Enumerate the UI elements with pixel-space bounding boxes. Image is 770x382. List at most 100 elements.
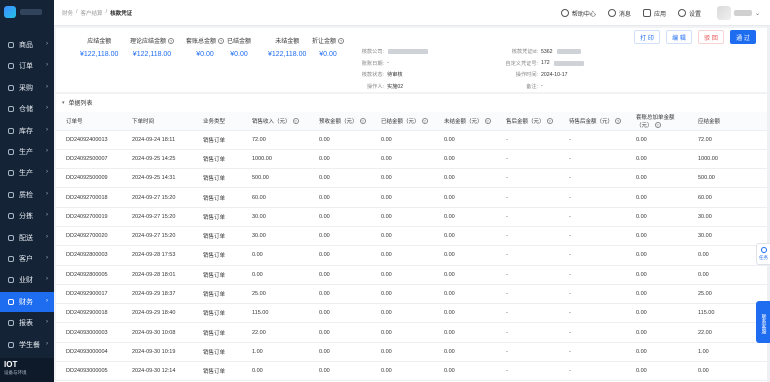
breadcrumb-item[interactable]: 财务	[62, 9, 73, 17]
order-id-cell[interactable]: DD24092900018	[56, 303, 122, 324]
breadcrumb-item[interactable]: 客户结算	[81, 9, 103, 17]
document-list-section: ▾ 单据列表 订单号 下单时间 业务类型 销售收入（元）? 预收金额（元）? 已结金额（元…	[56, 94, 770, 382]
help-icon[interactable]: ?	[292, 117, 299, 124]
order-id-cell[interactable]: DD24092800003	[56, 245, 122, 266]
contact-service-button[interactable]: 联系客服	[756, 301, 770, 343]
help-icon[interactable]: ?	[654, 121, 661, 128]
menu-icon	[7, 127, 15, 135]
chevron-right-icon: ›	[46, 105, 48, 112]
settings-button[interactable]: 设置	[677, 9, 701, 18]
table-cell: -	[496, 303, 559, 324]
table-row[interactable]: DD24092400013 2024-09-24 18:11 销售订单 72.00 0.…	[56, 130, 770, 150]
chevron-right-icon: ›	[46, 190, 48, 197]
order-id-cell[interactable]: DD24092700019	[56, 207, 122, 227]
table-cell: 2024-09-30 10:19	[122, 342, 193, 363]
table-cell: -	[559, 149, 626, 170]
table-cell: 0.00	[434, 207, 496, 227]
table-cell: 0.00	[371, 361, 434, 382]
sidebar-item-0[interactable]: 商品 ›	[0, 35, 54, 55]
print-button[interactable]: 打 印	[634, 30, 660, 44]
sidebar-item-3[interactable]: 仓储 ›	[0, 99, 54, 119]
table-cell: 2024-09-30 12:14	[122, 361, 193, 382]
sidebar-item-6[interactable]: 生产 ›	[0, 163, 54, 183]
apps-button[interactable]: 应用	[642, 9, 666, 18]
sidebar-item-10[interactable]: 客户 ›	[0, 249, 54, 269]
help-icon[interactable]: ?	[168, 37, 175, 44]
sidebar-item-9[interactable]: 配送 ›	[0, 228, 54, 248]
order-id-cell[interactable]: DD24092500009	[56, 168, 122, 189]
sidebar-item-13[interactable]: 报表 ›	[0, 313, 54, 333]
sidebar-item-2[interactable]: 采购 ›	[0, 78, 54, 98]
company-value	[388, 49, 428, 55]
table-cell: -	[559, 322, 626, 343]
table-row[interactable]: DD24092800003 2024-09-28 17:53 销售订单 0.00 0.0…	[56, 245, 770, 266]
help-icon[interactable]: ?	[338, 37, 345, 44]
sidebar-item-14[interactable]: 学生餐 ›	[0, 335, 54, 355]
stat-value: ¥122,118.00	[132, 51, 172, 58]
table-row[interactable]: DD24092700020 2024-09-27 15:20 销售订单 30.00 0.…	[56, 226, 770, 247]
user-menu[interactable]: ⌄	[713, 6, 760, 20]
sidebar-item-1[interactable]: 订单 ›	[0, 56, 54, 76]
help-icon[interactable]: ?	[218, 37, 225, 44]
reject-button[interactable]: 驳 回	[698, 30, 724, 44]
table-row[interactable]: DD24092500009 2024-09-25 14:31 销售订单 500.00 0…	[56, 168, 770, 189]
help-icon[interactable]: ?	[421, 117, 428, 124]
sidebar-item-11[interactable]: 业财 ›	[0, 270, 54, 290]
table-row[interactable]: DD24093000005 2024-09-30 12:14 销售订单 0.00 0.0…	[56, 361, 770, 382]
help-icon[interactable]: ?	[615, 117, 622, 124]
table-cell: 2024-09-28 18:01	[122, 265, 193, 285]
order-id-cell[interactable]: DD24092400013	[56, 130, 122, 150]
info-right: 核款凭证id: 5362 自定义凭证号: 172 操作时间: 2024-10-17 备…	[496, 46, 584, 92]
sidebar-item-5[interactable]: 生产 ›	[0, 142, 54, 162]
order-id-cell[interactable]: DD24092900017	[56, 284, 122, 305]
operate-time-label: 操作时间:	[515, 72, 538, 79]
table-cell: 0.00	[371, 168, 434, 189]
logo-text	[20, 9, 42, 15]
table-row[interactable]: DD24093000003 2024-09-30 10:08 销售订单 22.00 0.…	[56, 322, 770, 343]
order-id-cell[interactable]: DD24092700018	[56, 187, 122, 208]
table-row[interactable]: DD24092900017 2024-09-29 18:37 销售订单 25.00 0.…	[56, 284, 770, 305]
table-row[interactable]: DD24092800005 2024-09-28 18:01 销售订单 0.00 0.0…	[56, 265, 770, 285]
table-row[interactable]: DD24092900018 2024-09-29 18:40 销售订单 115.00 0…	[56, 303, 770, 324]
sidebar-item-8[interactable]: 分拣 ›	[0, 206, 54, 226]
stat-label: 套账总金额	[186, 39, 217, 45]
sidebar-item-12[interactable]: 财务 ›	[0, 291, 54, 312]
table-row[interactable]: DD24092700019 2024-09-27 15:20 销售订单 30.00 0.…	[56, 207, 770, 227]
sidebar-item-4[interactable]: 库存 ›	[0, 121, 54, 141]
table-cell: 1000.00	[242, 149, 309, 170]
table-row[interactable]: DD24092500007 2024-09-25 14:25 销售订单 1000.00…	[56, 149, 770, 170]
table-cell: 25.00	[242, 284, 309, 305]
task-float-button[interactable]: 任务	[756, 243, 770, 265]
help-icon[interactable]: ?	[546, 117, 553, 124]
table-cell: -	[496, 130, 559, 150]
order-id-cell[interactable]: DD24093000005	[56, 361, 122, 382]
menu-icon	[7, 234, 15, 242]
edit-button[interactable]: 编 辑	[666, 30, 692, 44]
table-cell: 0.00	[626, 265, 688, 285]
help-icon[interactable]: ?	[484, 117, 491, 124]
table-cell: 0.00	[626, 149, 688, 170]
messages-button[interactable]: 消息	[607, 9, 631, 18]
table-row[interactable]: DD24092700018 2024-09-27 15:20 销售订单 60.00 0.…	[56, 187, 770, 208]
order-id-cell[interactable]: DD24093000003	[56, 322, 122, 343]
table-cell: 0.00	[626, 226, 688, 247]
order-id-cell[interactable]: DD24092800005	[56, 265, 122, 285]
table-cell: 0.00	[626, 245, 688, 266]
table-cell: 1.00	[242, 342, 309, 363]
approve-button[interactable]: 通 过	[730, 30, 756, 44]
order-id-cell[interactable]: DD24093000004	[56, 342, 122, 363]
table-cell: 销售订单	[193, 187, 242, 208]
table-cell: 0.00	[371, 284, 434, 305]
operator-value: 实施02	[387, 83, 404, 90]
sidebar-item-7[interactable]: 质检 ›	[0, 185, 54, 205]
table-cell: 2024-09-25 14:31	[122, 168, 193, 189]
order-id-cell[interactable]: DD24092700020	[56, 226, 122, 247]
section-toggle[interactable]: ▾ 单据列表	[62, 98, 93, 108]
help-icon[interactable]: ?	[359, 117, 366, 124]
table-cell: 销售订单	[193, 361, 242, 382]
account-date-label: 账账日期:	[361, 60, 384, 67]
iot-panel[interactable]: IOT 设备与环境	[0, 358, 54, 382]
help-center-button[interactable]: 帮助中心	[560, 9, 596, 18]
table-row[interactable]: DD24093000004 2024-09-30 10:19 销售订单 1.00 0.0…	[56, 342, 770, 363]
order-id-cell[interactable]: DD24092500007	[56, 149, 122, 170]
